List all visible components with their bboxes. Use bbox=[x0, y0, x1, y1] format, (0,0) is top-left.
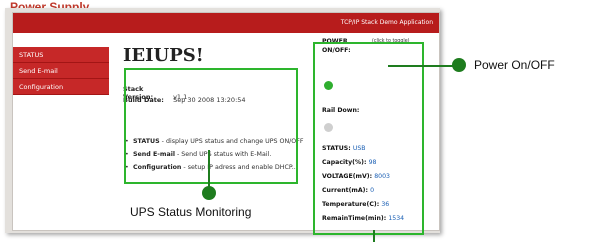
power-callout-marker bbox=[452, 58, 466, 72]
sidebar-item-status[interactable]: STATUS bbox=[13, 47, 109, 63]
panel-bottom-connector-line bbox=[373, 230, 375, 242]
page-title: IEIUPS! bbox=[123, 45, 204, 66]
sidebar: STATUS Send E-mail Configuration bbox=[13, 33, 109, 230]
app-banner-text: TCP/IP Stack Demo Application bbox=[340, 19, 433, 26]
power-callout-label: Power On/OFF bbox=[474, 58, 555, 72]
sidebar-item-send-email[interactable]: Send E-mail bbox=[13, 63, 109, 79]
ups-callout-label: UPS Status Monitoring bbox=[130, 205, 252, 219]
ups-callout-marker bbox=[202, 186, 216, 200]
power-connector-line bbox=[388, 65, 461, 67]
ups-status-highlight-box bbox=[124, 68, 298, 184]
power-panel-highlight-box bbox=[313, 42, 424, 235]
app-banner: TCP/IP Stack Demo Application bbox=[13, 13, 439, 33]
sidebar-item-configuration[interactable]: Configuration bbox=[13, 79, 109, 95]
